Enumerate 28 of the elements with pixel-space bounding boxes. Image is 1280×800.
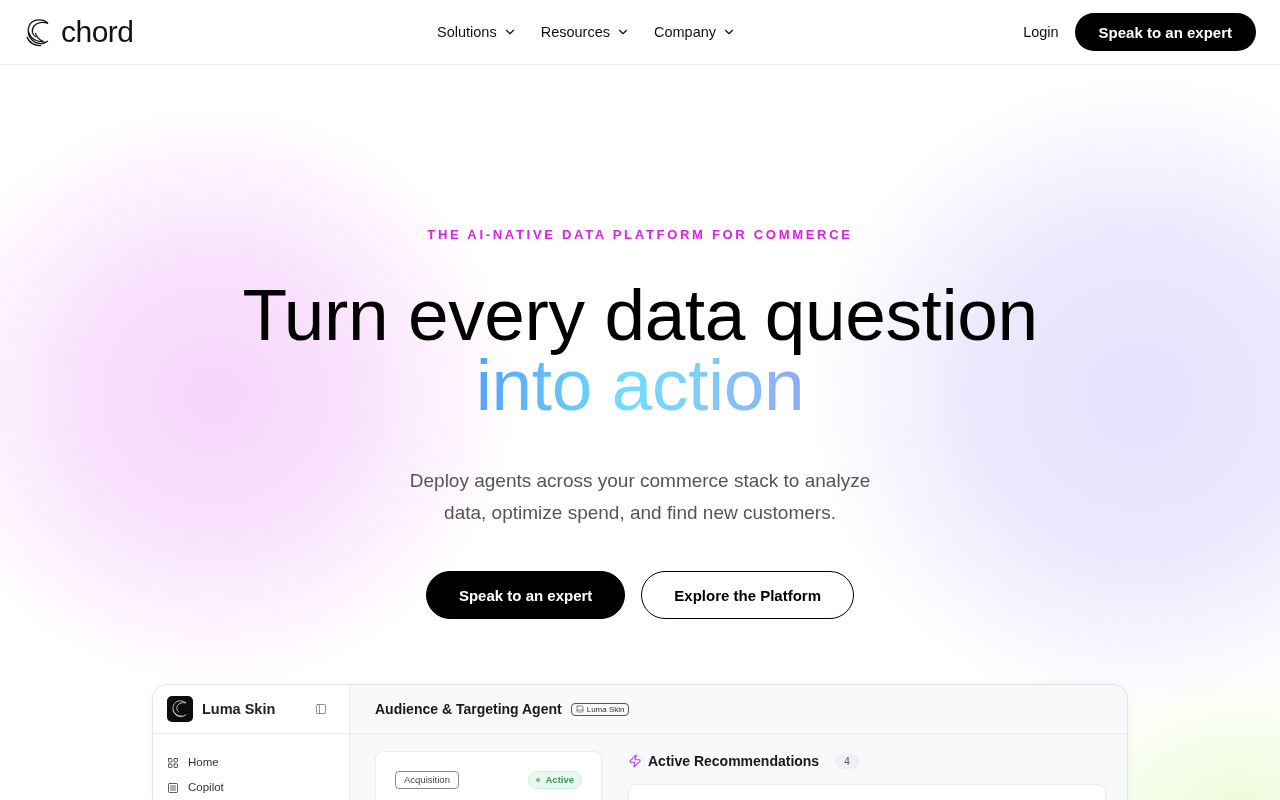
agent-title: Audience & Targeting Agent	[375, 701, 562, 717]
workspace-logo-icon	[167, 696, 193, 722]
collapse-sidebar-button[interactable]	[315, 703, 327, 715]
panel-icon	[575, 705, 584, 713]
status-label: Active	[545, 774, 574, 786]
nav-menu-item[interactable]: Company	[653, 24, 737, 40]
count-badge: 4	[835, 753, 859, 769]
primary-button[interactable]: Speak to an expert	[425, 571, 626, 619]
panel-icon	[315, 703, 327, 715]
eyebrow-text: THE AI-NATIVE DATA PLATFORM FOR COMMERCE	[427, 227, 853, 243]
sidebar-item[interactable]: Copilot	[161, 777, 341, 798]
hero-subtitle: Deploy agents across your commerce stack to analyze data, optimize spend, and find new customers.	[408, 469, 872, 525]
lightning-icon	[628, 754, 642, 768]
workspace-tag-label: Luma Skin	[586, 704, 625, 714]
category-tag: Acquisition	[395, 771, 459, 789]
recommendations-title: Active Recommendations	[648, 753, 820, 769]
sidebar-item[interactable]: Home	[161, 752, 341, 773]
grid-icon	[167, 756, 179, 769]
logo-link[interactable]: chord	[24, 17, 134, 47]
logo-icon	[24, 17, 51, 47]
document-icon	[167, 781, 179, 794]
speak-to-expert-button[interactable]: Speak to an expert	[1074, 13, 1256, 51]
nav-menu-item[interactable]: Solutions	[437, 24, 517, 40]
nav-menu-item[interactable]: Resources	[540, 24, 630, 40]
secondary-button[interactable]: Explore the Platform	[641, 571, 855, 619]
login-link[interactable]: Login	[1023, 24, 1059, 40]
status-dot-icon	[536, 778, 541, 782]
workspace-name: Luma Skin	[202, 701, 277, 717]
